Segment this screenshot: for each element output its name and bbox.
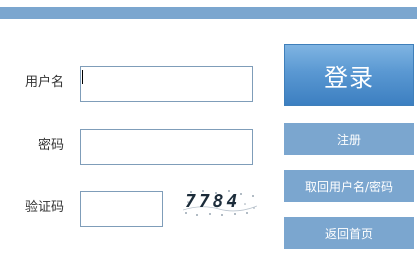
captcha-input[interactable] xyxy=(80,191,163,227)
return-home-button[interactable]: 返回首页 xyxy=(284,217,414,249)
login-button[interactable]: 登录 xyxy=(284,44,414,106)
retrieve-credentials-button[interactable]: 取回用户名/密码 xyxy=(284,170,414,202)
top-bar xyxy=(0,0,417,20)
register-button[interactable]: 注册 xyxy=(284,123,414,155)
password-input[interactable] xyxy=(80,129,253,165)
captcha-text: 7784 xyxy=(185,191,241,212)
captcha-image[interactable]: 7784 xyxy=(183,188,257,218)
top-bar-strip xyxy=(0,7,417,19)
text-caret xyxy=(82,70,83,84)
username-label: 用户名 xyxy=(24,75,64,90)
username-input[interactable] xyxy=(80,66,253,102)
captcha-label: 验证码 xyxy=(24,200,64,215)
password-label: 密码 xyxy=(37,138,64,153)
